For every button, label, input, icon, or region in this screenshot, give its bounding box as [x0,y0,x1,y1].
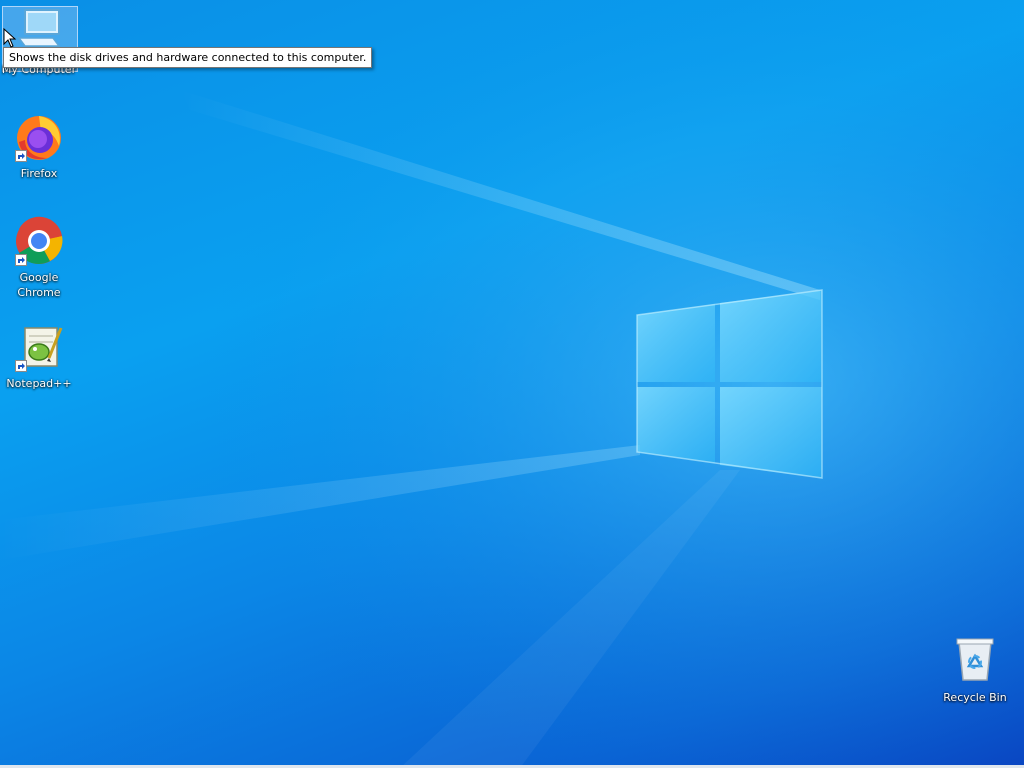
shortcut-arrow-icon [15,360,27,372]
desktop-icon-label: Recycle Bin [943,691,1007,704]
desktop-icon-firefox[interactable]: Firefox [1,112,77,181]
tooltip: Shows the disk drives and hardware conne… [3,47,373,68]
shortcut-arrow-icon [15,254,27,266]
shortcut-arrow-icon [15,150,27,162]
mouse-cursor-icon [3,27,17,52]
desktop[interactable]: My Computer Firefox Google Chrome Notepa… [0,0,1024,768]
desktop-icon-label: Google Chrome [17,271,61,299]
desktop-icon-label: Firefox [20,167,58,180]
desktop-icon-notepad-plus-plus[interactable]: Notepad++ [1,322,77,391]
notepadpp-icon [13,322,65,374]
desktop-icon-google-chrome[interactable]: Google Chrome [1,216,77,300]
chrome-icon [13,216,65,268]
firefox-icon [13,112,65,164]
windows-wallpaper [0,0,1024,768]
desktop-icon-recycle-bin[interactable]: Recycle Bin [937,636,1013,705]
desktop-icon-label: Notepad++ [6,377,72,390]
recycle-bin-icon [949,636,1001,688]
